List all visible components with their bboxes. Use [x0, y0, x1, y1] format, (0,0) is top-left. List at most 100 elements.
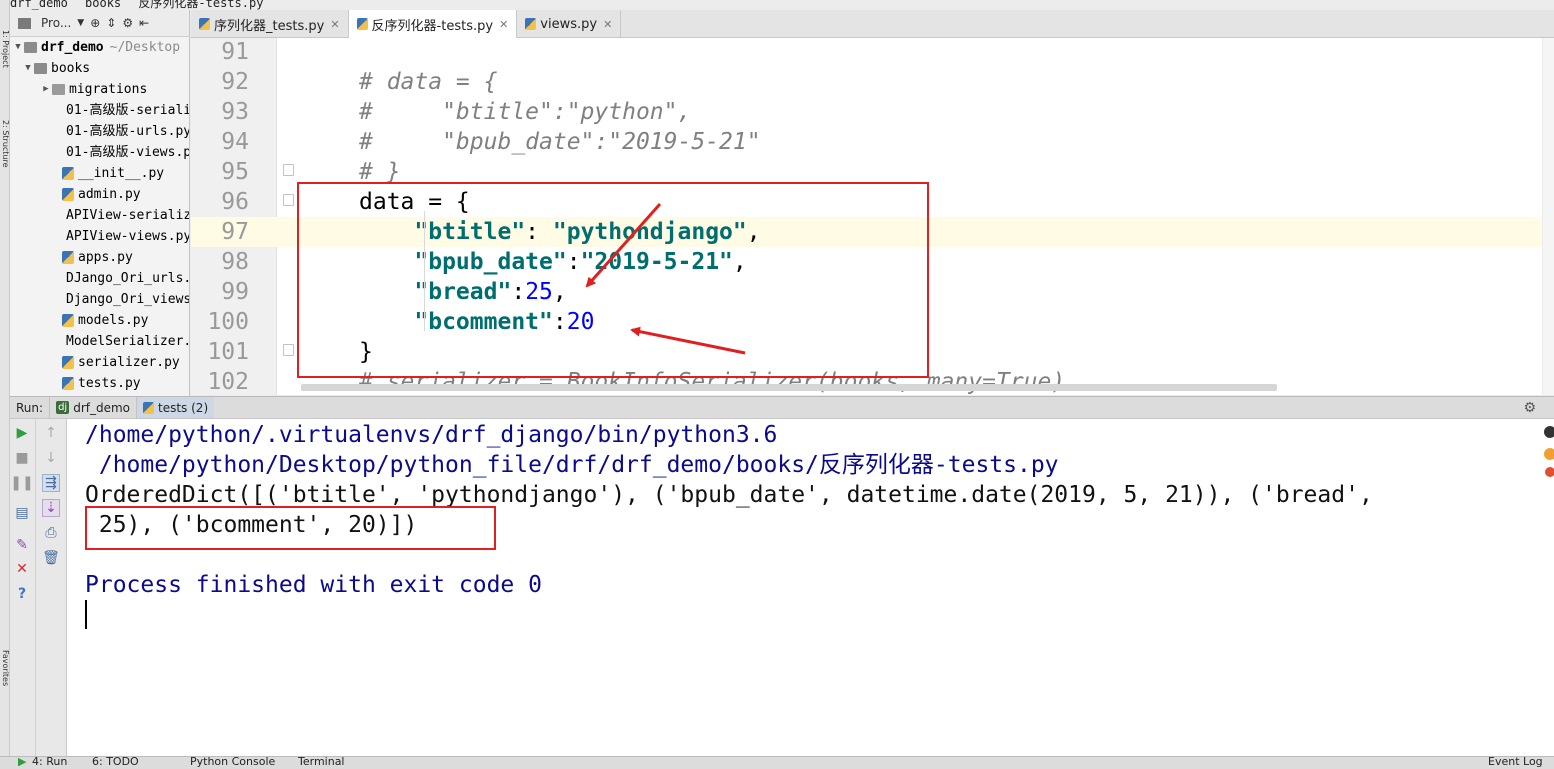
tree-file[interactable]: ModelSerializer.py: [10, 331, 189, 352]
editor-tab[interactable]: 序列化器_tests.py ✕: [191, 10, 349, 38]
code-line[interactable]: 96 data = {: [191, 187, 1554, 217]
code-token: :: [552, 309, 567, 335]
breadcrumb-folder[interactable]: books: [85, 0, 121, 9]
code-token: :: [511, 279, 526, 305]
code-token: ,: [746, 219, 761, 245]
code-line[interactable]: 99 "bread":25,: [191, 277, 1554, 307]
tree-file[interactable]: APIView-views.py: [10, 226, 189, 247]
console-caret: [85, 600, 87, 629]
tree-file[interactable]: serializer.py: [10, 352, 189, 373]
tree-file[interactable]: 01-高级版-serializer.py: [10, 100, 189, 121]
rerun-play-icon[interactable]: ▶: [13, 424, 31, 442]
settings-gear-icon[interactable]: ⚙: [122, 16, 133, 30]
tree-file[interactable]: admin.py: [10, 184, 189, 205]
console-line: Process finished with exit code 0: [85, 572, 542, 598]
run-toolbar-primary: ▶ ■ ❚❚ ▤ ✎ ✕ ?: [10, 419, 36, 756]
run-tab-drf-demo[interactable]: dj drf_demo: [49, 397, 136, 418]
project-view-selector[interactable]: Pro...: [41, 16, 71, 30]
breadcrumb-project[interactable]: drf_demo: [10, 0, 68, 9]
tool-window-bar: ▶ 4: Run 6: TODO Python Console Terminal…: [0, 756, 1554, 769]
favorites-tool-button[interactable]: Favorites: [0, 650, 10, 730]
close-tab-icon[interactable]: ✕: [499, 18, 508, 31]
collapse-all-icon[interactable]: ⇕: [106, 16, 116, 30]
code-editor[interactable]: 91 92 # data = {93 # "btitle":"python", 94 # …: [191, 38, 1554, 395]
tool-window-todo[interactable]: 6: TODO: [92, 757, 139, 768]
editor-horizontal-scrollbar[interactable]: [301, 384, 1277, 391]
code-line[interactable]: 98 "bpub_date":"2019-5-21",: [191, 247, 1554, 277]
close-tab-icon[interactable]: ✕: [330, 18, 339, 31]
scroll-from-source-icon[interactable]: ⊕: [90, 16, 100, 30]
code-line[interactable]: 100 "bcomment":20: [191, 307, 1554, 337]
expand-arrow-icon[interactable]: ▼: [12, 37, 24, 58]
pin-icon[interactable]: ✎: [13, 536, 31, 554]
tool-window-terminal[interactable]: Terminal: [298, 757, 345, 768]
code-token: # }: [359, 159, 401, 185]
indent-guide: [424, 211, 425, 331]
layout-icon[interactable]: ▤: [13, 504, 31, 522]
python-file-icon: [62, 314, 74, 327]
expand-arrow-icon[interactable]: ▼: [22, 58, 34, 79]
code-line[interactable]: 95 # }: [191, 157, 1554, 187]
tree-item-label: ModelSerializer.py: [66, 334, 189, 349]
tool-window-python-console[interactable]: Python Console: [190, 757, 275, 768]
tree-folder-books[interactable]: ▼ books: [10, 58, 189, 79]
print-icon[interactable]: ⎙: [42, 524, 60, 542]
project-view-icon: [18, 17, 31, 29]
run-tab-label: tests (2): [158, 400, 209, 415]
code-line[interactable]: 93 # "btitle":"python",: [191, 97, 1554, 127]
tree-file[interactable]: Django_Ori_views.py: [10, 289, 189, 310]
pause-icon[interactable]: ❚❚: [10, 474, 33, 492]
scroll-up-icon[interactable]: ↑: [42, 424, 60, 442]
folder-icon: [34, 63, 47, 74]
tree-file[interactable]: APIView-serializer.py: [10, 205, 189, 226]
project-toolbar: Pro... ▼ ⊕ ⇕ ⚙ ⇤: [10, 10, 189, 37]
close-run-icon[interactable]: ✕: [13, 560, 31, 578]
breadcrumb-file[interactable]: 反序列化器-tests.py: [138, 0, 263, 9]
run-settings-gear-icon[interactable]: ⚙: [1523, 400, 1536, 416]
scroll-to-end-icon[interactable]: ⇣: [42, 499, 60, 517]
tree-file[interactable]: apps.py: [10, 247, 189, 268]
fold-marker-icon[interactable]: [283, 194, 294, 206]
code-line[interactable]: 94 # "bpub_date":"2019-5-21": [191, 127, 1554, 157]
fold-marker-icon[interactable]: [283, 164, 294, 176]
tool-window-event-log[interactable]: Event Log: [1488, 757, 1543, 768]
code-token: data = {: [359, 189, 470, 215]
tree-file[interactable]: DJango_Ori_urls.py: [10, 268, 189, 289]
code-token: # "bpub_date":"2019-5-21": [359, 129, 761, 155]
stop-icon[interactable]: ■: [13, 449, 31, 467]
project-tool-button[interactable]: 1: Project: [0, 30, 10, 100]
run-tab-tests[interactable]: tests (2): [136, 397, 215, 418]
tree-file[interactable]: 01-高级版-views.py: [10, 142, 189, 163]
tree-file[interactable]: 01-高级版-urls.py: [10, 121, 189, 142]
tree-file[interactable]: models.py: [10, 310, 189, 331]
tree-folder-migrations[interactable]: ▶ migrations: [10, 79, 189, 100]
run-console-output[interactable]: /home/python/.virtualenvs/drf_django/bin…: [67, 419, 1554, 756]
tree-root[interactable]: ▼ drf_demo ~/Desktop: [10, 37, 189, 58]
tree-file[interactable]: __init__.py: [10, 163, 189, 184]
python-file-icon: [356, 18, 368, 30]
tool-window-run[interactable]: 4: Run: [32, 757, 67, 768]
editor-tab[interactable]: views.py ✕: [517, 10, 622, 38]
run-tab-label: drf_demo: [73, 400, 131, 415]
editor-tab-active[interactable]: 反序列化器-tests.py ✕: [348, 10, 518, 38]
line-number: 94: [221, 129, 249, 155]
tree-item-label: tests.py: [78, 376, 141, 391]
dropdown-arrow-icon[interactable]: ▼: [77, 18, 84, 28]
hide-panel-icon[interactable]: ⇤: [139, 16, 149, 30]
editor-vertical-scrollbar[interactable]: [1542, 38, 1554, 395]
clear-trash-icon[interactable]: 🗑: [42, 549, 60, 567]
scroll-down-icon[interactable]: ↓: [42, 449, 60, 467]
soft-wrap-icon[interactable]: ⇶: [42, 474, 60, 492]
tree-file[interactable]: tests.py: [10, 373, 189, 394]
code-line[interactable]: 97 "btitle": "pythondjango",: [191, 217, 1554, 247]
code-line[interactable]: 101}: [191, 337, 1554, 367]
collapse-arrow-icon[interactable]: ▶: [40, 79, 52, 100]
fold-marker-icon[interactable]: [283, 344, 294, 356]
structure-tool-button[interactable]: 2: Structure: [0, 120, 10, 200]
code-line[interactable]: 92 # data = {: [191, 67, 1554, 97]
code-line[interactable]: 91: [191, 38, 1554, 67]
close-tab-icon[interactable]: ✕: [603, 18, 612, 31]
line-number: 91: [221, 39, 249, 65]
help-icon[interactable]: ?: [13, 585, 31, 603]
